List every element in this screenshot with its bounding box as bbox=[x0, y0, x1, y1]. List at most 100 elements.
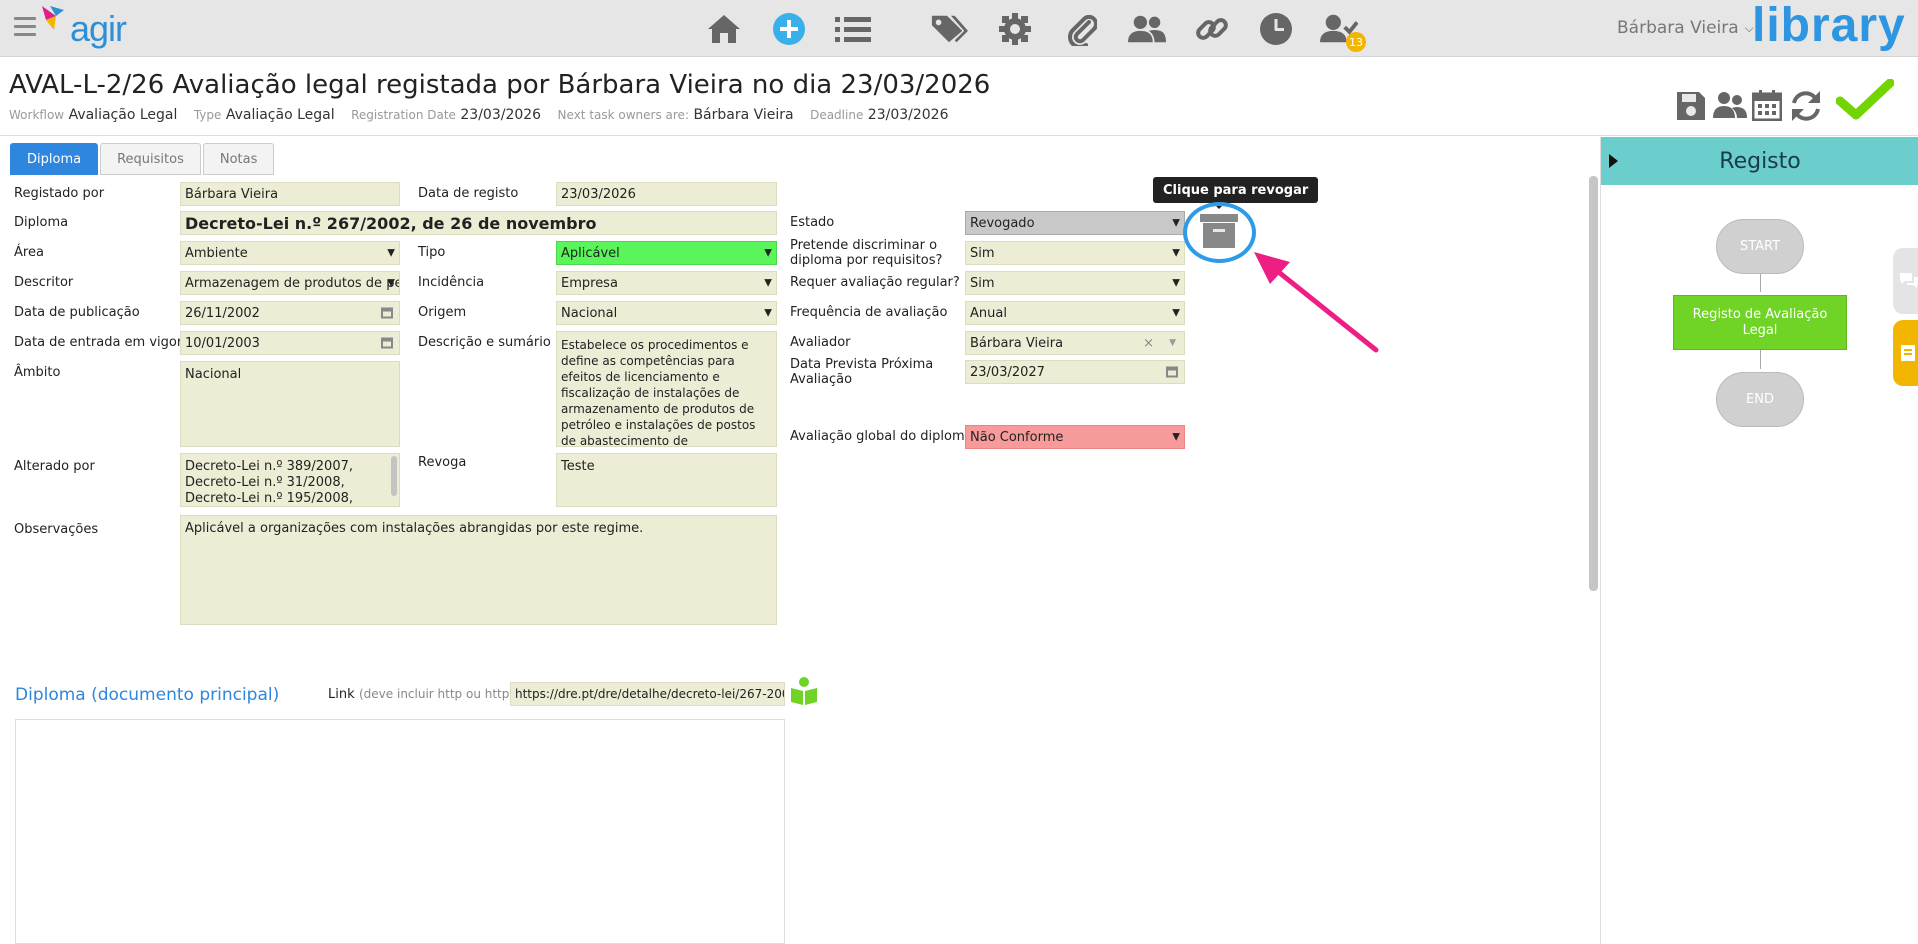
registado-por-label: Registado por bbox=[14, 186, 105, 201]
link-icon[interactable] bbox=[1193, 10, 1231, 48]
discriminar-select[interactable]: Sim ▼ bbox=[965, 241, 1185, 265]
expand-triangle-icon[interactable] bbox=[1609, 154, 1618, 168]
data-prevista-field[interactable]: 23/03/2027 bbox=[965, 360, 1185, 384]
avaliacao-global-select[interactable]: Não Conforme ▼ bbox=[965, 425, 1185, 449]
chevron-down-icon: ▼ bbox=[387, 277, 395, 289]
avaliador-select[interactable]: Bárbara Vieira × ▼ bbox=[965, 331, 1185, 355]
list-icon[interactable] bbox=[834, 10, 872, 48]
tab-requisitos[interactable]: Requisitos bbox=[100, 143, 201, 175]
revoga-field[interactable]: Teste bbox=[556, 453, 777, 507]
clear-icon[interactable]: × bbox=[1143, 336, 1154, 351]
observacoes-field[interactable]: Aplicável a organizações com instalações… bbox=[180, 515, 777, 625]
refresh-icon[interactable] bbox=[1789, 89, 1823, 127]
tab-bar: Diploma Requisitos Notas bbox=[10, 143, 275, 175]
estado-value: Revogado bbox=[970, 215, 1035, 231]
workflow-header[interactable]: Registo bbox=[1601, 137, 1918, 185]
meta-value: Avaliação Legal bbox=[68, 107, 178, 123]
data-entrada-vigor-label: Data de entrada em vigor bbox=[14, 335, 183, 350]
user-name: Bárbara Vieira bbox=[1617, 18, 1739, 38]
area-label: Área bbox=[14, 245, 44, 260]
chevron-down-icon: ▼ bbox=[1169, 338, 1176, 348]
incidencia-select[interactable]: Empresa ▼ bbox=[556, 271, 777, 295]
discriminar-value: Sim bbox=[970, 245, 995, 261]
frequencia-select[interactable]: Anual ▼ bbox=[965, 301, 1185, 325]
meta-label: Next task owners are: bbox=[557, 108, 689, 122]
archive-revoke-icon[interactable] bbox=[1199, 212, 1239, 254]
avaliacao-regular-value: Sim bbox=[970, 275, 995, 291]
document-section-title: Diploma (documento principal) bbox=[15, 685, 280, 705]
save-icon[interactable] bbox=[1675, 90, 1707, 126]
ambito-label: Âmbito bbox=[14, 365, 61, 380]
document-preview[interactable] bbox=[15, 719, 785, 944]
settings-icon[interactable] bbox=[996, 10, 1034, 48]
user-menu[interactable]: Bárbara Vieira ⌵ bbox=[1617, 18, 1754, 38]
estado-select[interactable]: Revogado ▼ bbox=[965, 211, 1185, 235]
open-book-icon[interactable] bbox=[790, 676, 818, 710]
add-icon[interactable] bbox=[770, 10, 808, 48]
area-value: Ambiente bbox=[185, 245, 248, 261]
complete-checkmark-icon[interactable] bbox=[1835, 78, 1895, 125]
main-scrollbar[interactable] bbox=[1589, 176, 1598, 591]
alterado-por-field[interactable]: Decreto-Lei n.º 389/2007, Decreto-Lei n.… bbox=[180, 453, 400, 507]
chevron-down-icon: ▼ bbox=[387, 247, 395, 259]
workflow-start-node: START bbox=[1716, 219, 1804, 274]
descritor-label: Descritor bbox=[14, 275, 74, 290]
diploma-field[interactable]: Decreto-Lei n.º 267/2002, de 26 de novem… bbox=[180, 211, 777, 235]
workflow-connector bbox=[1760, 350, 1761, 369]
meta-label: Workflow bbox=[9, 108, 65, 122]
chevron-down-icon: ▼ bbox=[1172, 247, 1180, 259]
avaliador-label: Avaliador bbox=[790, 335, 851, 350]
origem-select[interactable]: Nacional ▼ bbox=[556, 301, 777, 325]
tipo-value: Aplicável bbox=[561, 245, 620, 261]
diploma-label: Diploma bbox=[14, 215, 69, 230]
calendar-icon[interactable] bbox=[381, 337, 393, 349]
ambito-field[interactable]: Nacional bbox=[180, 361, 400, 447]
revoke-tooltip: Clique para revogar bbox=[1153, 177, 1319, 209]
agir-logo[interactable]: agir bbox=[42, 6, 127, 49]
participants-icon[interactable] bbox=[1713, 90, 1747, 124]
user-tasks-icon[interactable]: 13 bbox=[1320, 10, 1366, 52]
data-entrada-vigor-field[interactable]: 10/01/2003 bbox=[180, 331, 400, 355]
chat-icon bbox=[1900, 273, 1918, 288]
attachment-icon[interactable] bbox=[1063, 10, 1101, 48]
notes-side-tab[interactable] bbox=[1893, 320, 1918, 386]
chat-side-tab[interactable] bbox=[1893, 248, 1918, 314]
notification-badge: 13 bbox=[1346, 32, 1366, 52]
home-icon[interactable] bbox=[705, 10, 743, 48]
incidencia-value: Empresa bbox=[561, 275, 618, 291]
clock-icon[interactable] bbox=[1257, 10, 1295, 48]
workflow-end-node: END bbox=[1716, 372, 1804, 427]
meta-label: Deadline bbox=[810, 108, 864, 122]
workflow-connector bbox=[1760, 274, 1761, 292]
area-select[interactable]: Ambiente ▼ bbox=[180, 241, 400, 265]
users-icon[interactable] bbox=[1128, 10, 1166, 48]
field-scrollbar[interactable] bbox=[391, 456, 397, 496]
link-label: Link bbox=[328, 687, 355, 702]
hamburger-menu-icon[interactable] bbox=[14, 17, 36, 41]
tipo-label: Tipo bbox=[418, 245, 446, 260]
descricao-field[interactable]: Estabelece os procedimentos e define as … bbox=[556, 331, 777, 447]
meta-value: Avaliação Legal bbox=[225, 107, 335, 123]
library-brand: library bbox=[1752, 0, 1906, 52]
link-input[interactable]: https://dre.pt/dre/detalhe/decreto-lei/2… bbox=[510, 682, 785, 706]
alterado-por-label: Alterado por bbox=[14, 459, 95, 474]
calendar-icon[interactable] bbox=[1751, 89, 1783, 125]
data-registo-field: 23/03/2026 bbox=[556, 182, 777, 206]
data-publicacao-field[interactable]: 26/11/2002 bbox=[180, 301, 400, 325]
calendar-icon[interactable] bbox=[1166, 366, 1178, 378]
tab-notas[interactable]: Notas bbox=[202, 143, 275, 175]
calendar-icon[interactable] bbox=[381, 307, 393, 319]
descritor-select[interactable]: Armazenagem de produtos de pet ▼ bbox=[180, 271, 400, 295]
chevron-down-icon: ▼ bbox=[1172, 431, 1180, 443]
data-registo-label: Data de registo bbox=[418, 186, 519, 201]
revoga-label: Revoga bbox=[418, 455, 467, 470]
workflow-title: Registo bbox=[1719, 148, 1801, 174]
tab-diploma[interactable]: Diploma bbox=[10, 143, 99, 175]
descritor-value: Armazenagem de produtos de pet bbox=[185, 275, 400, 291]
logo-text: agir bbox=[70, 8, 127, 49]
descricao-label: Descrição e sumário bbox=[418, 335, 551, 350]
tags-icon[interactable] bbox=[930, 10, 968, 48]
workflow-task-node[interactable]: Registo de Avaliação Legal bbox=[1673, 295, 1847, 350]
tipo-select[interactable]: Aplicável ▼ bbox=[556, 241, 777, 265]
avaliacao-regular-select[interactable]: Sim ▼ bbox=[965, 271, 1185, 295]
